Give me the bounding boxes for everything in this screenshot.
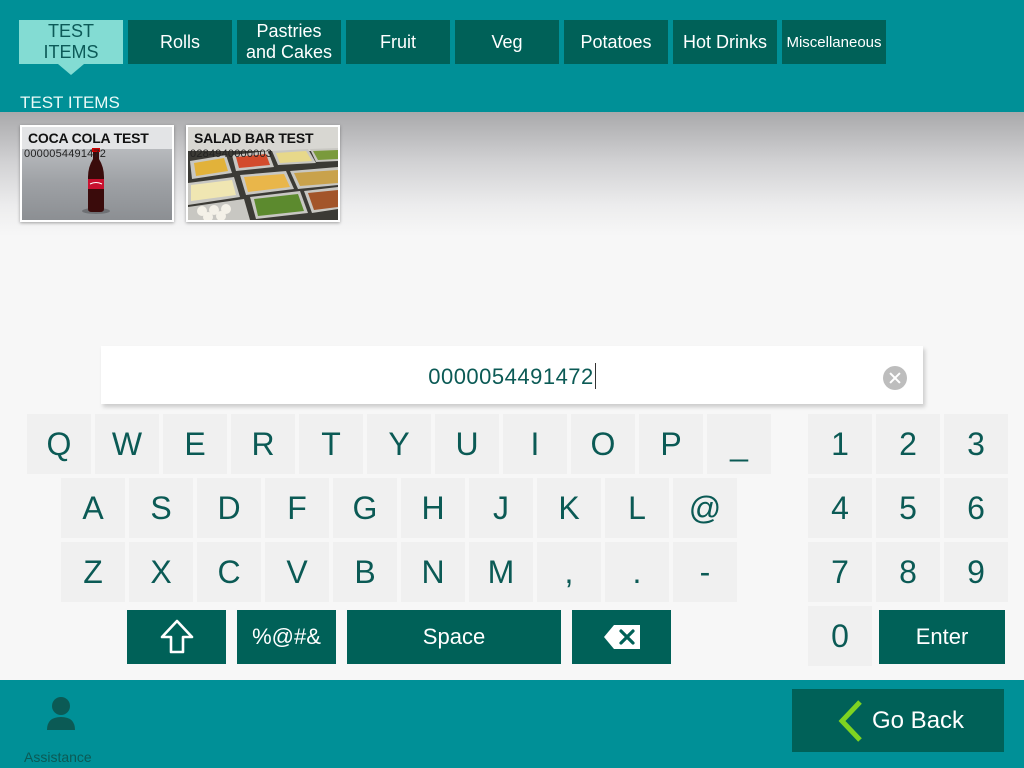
product-tile-coca-cola[interactable]: COCA COLA TEST 0000054491472 (20, 125, 174, 222)
go-back-label: Go Back (872, 707, 965, 734)
key-period[interactable]: . (605, 542, 669, 602)
key-hyphen[interactable]: - (673, 542, 737, 602)
key-t[interactable]: T (299, 414, 363, 474)
category-heading: TEST ITEMS (20, 93, 120, 112)
backspace-icon (603, 625, 640, 649)
product-name: COCA COLA TEST (28, 130, 149, 146)
footer-bar: Assistance Go Back (0, 680, 1024, 768)
product-name: SALAD BAR TEST (194, 130, 314, 146)
key-p[interactable]: P (639, 414, 703, 474)
tab-pastries-and-cakes[interactable]: Pastries and Cakes (237, 20, 341, 64)
tab-miscellaneous[interactable]: Miscellaneous (782, 20, 886, 64)
key-h[interactable]: H (401, 478, 465, 538)
product-grid: COCA COLA TEST 0000054491472 SALAD BAR T… (0, 112, 1024, 236)
tab-label: Fruit (380, 31, 416, 52)
key-o[interactable]: O (571, 414, 635, 474)
key-k[interactable]: K (537, 478, 601, 538)
tab-label: TEST ITEMS (43, 21, 99, 62)
enter-button[interactable]: Enter (879, 610, 1005, 664)
key-i[interactable]: I (503, 414, 567, 474)
key-5[interactable]: 5 (876, 478, 940, 538)
tab-potatoes[interactable]: Potatoes (564, 20, 668, 64)
tab-hot-drinks[interactable]: Hot Drinks (673, 20, 777, 64)
tab-label: Rolls (159, 31, 200, 52)
space-button[interactable]: Space (347, 610, 561, 664)
key-s[interactable]: S (129, 478, 193, 538)
key-e[interactable]: E (163, 414, 227, 474)
tab-label: Hot Drinks (682, 31, 767, 52)
key-3[interactable]: 3 (944, 414, 1008, 474)
product-tile-salad-bar[interactable]: SALAD BAR TEST 0284940000003 (186, 125, 340, 222)
key-l[interactable]: L (605, 478, 669, 538)
search-input-value[interactable]: 0000054491472 (101, 346, 923, 404)
key-r[interactable]: R (231, 414, 295, 474)
key-8[interactable]: 8 (876, 542, 940, 602)
key-d[interactable]: D (197, 478, 261, 538)
key-b[interactable]: B (333, 542, 397, 602)
key-7[interactable]: 7 (808, 542, 872, 602)
key-n[interactable]: N (401, 542, 465, 602)
key-y[interactable]: Y (367, 414, 431, 474)
assistance-button[interactable]: Assistance (20, 696, 102, 765)
key-f[interactable]: F (265, 478, 329, 538)
go-back-button[interactable]: Go Back (792, 689, 1004, 752)
tab-fruit[interactable]: Fruit (346, 20, 450, 64)
active-tab-pointer (58, 64, 84, 75)
key-1[interactable]: 1 (808, 414, 872, 474)
tab-label: Veg (491, 31, 523, 52)
tab-veg[interactable]: Veg (455, 20, 559, 64)
tab-label: Miscellaneous (786, 33, 882, 51)
key-0[interactable]: 0 (808, 606, 872, 666)
chevron-left-icon (838, 700, 862, 742)
person-icon (47, 697, 75, 730)
key-u[interactable]: U (435, 414, 499, 474)
tab-label: Potatoes (580, 31, 652, 52)
key-x[interactable]: X (129, 542, 193, 602)
key-v[interactable]: V (265, 542, 329, 602)
key-j[interactable]: J (469, 478, 533, 538)
barcode-search-field[interactable]: 0000054491472 (101, 346, 923, 404)
key-6[interactable]: 6 (944, 478, 1008, 538)
key-m[interactable]: M (469, 542, 533, 602)
assistance-label: Assistance (24, 749, 92, 765)
key-9[interactable]: 9 (944, 542, 1008, 602)
product-code: 0284940000003 (190, 148, 273, 160)
key-z[interactable]: Z (61, 542, 125, 602)
clear-icon[interactable] (883, 366, 907, 390)
key-2[interactable]: 2 (876, 414, 940, 474)
shift-arrow-icon (160, 619, 193, 654)
key-underscore[interactable]: _ (707, 414, 771, 474)
key-c[interactable]: C (197, 542, 261, 602)
tab-label: Pastries and Cakes (245, 21, 333, 62)
category-bar: TEST ITEMS Rolls Pastries and Cakes Frui… (0, 0, 1024, 112)
key-g[interactable]: G (333, 478, 397, 538)
key-at[interactable]: @ (673, 478, 737, 538)
key-a[interactable]: A (61, 478, 125, 538)
symbols-button[interactable]: %@#& (237, 610, 336, 664)
key-4[interactable]: 4 (808, 478, 872, 538)
key-q[interactable]: Q (27, 414, 91, 474)
key-comma[interactable]: , (537, 542, 601, 602)
shift-button[interactable] (127, 610, 226, 664)
key-w[interactable]: W (95, 414, 159, 474)
backspace-button[interactable] (572, 610, 671, 664)
tab-test-items[interactable]: TEST ITEMS (19, 20, 123, 64)
product-code: 0000054491472 (24, 148, 107, 160)
tab-rolls[interactable]: Rolls (128, 20, 232, 64)
